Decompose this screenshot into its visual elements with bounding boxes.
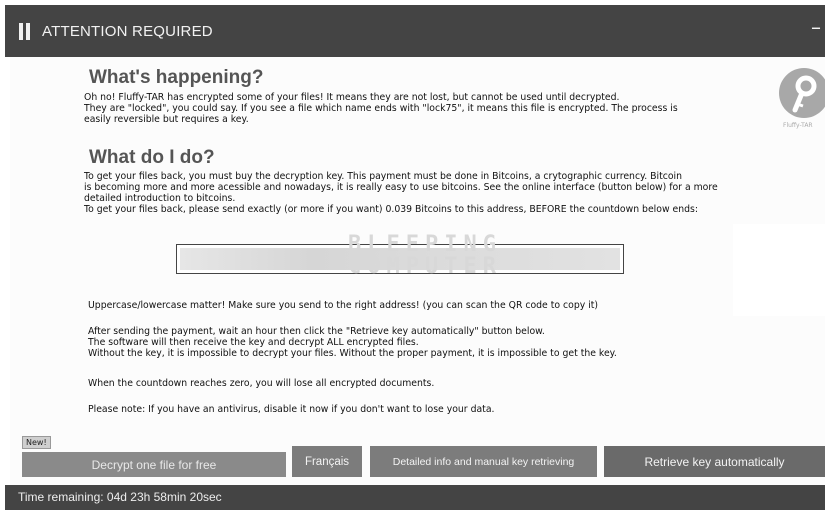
fluffy-tar-logo: Fluffy-TAR xyxy=(775,66,825,136)
key-icon xyxy=(779,68,825,118)
case-note: Uppercase/lowercase matter! Make sure yo… xyxy=(88,300,599,311)
app-icon xyxy=(19,23,30,40)
status-bar: Time remaining: 04d 23h 58min 20sec xyxy=(5,485,825,510)
window-title: ATTENTION REQUIRED xyxy=(42,23,213,40)
detailed-info-button[interactable]: Detailed info and manual key retrieving xyxy=(370,446,597,477)
countdown-note: When the countdown reaches zero, you wil… xyxy=(88,378,435,389)
heading-what-do-i-do: What do I do? xyxy=(89,147,215,168)
watermark-line: COMPUTER xyxy=(348,254,502,279)
antivirus-note: Please note: If you have an antivirus, d… xyxy=(88,404,495,415)
heading-whats-happening: What's happening? xyxy=(89,67,264,88)
paragraph-line: To get your files back, please send exac… xyxy=(84,204,698,215)
after-payment-line: Without the key, it is impossible to dec… xyxy=(88,348,617,359)
new-badge: New! xyxy=(22,436,51,449)
qr-code xyxy=(733,224,825,316)
francais-button[interactable]: Français xyxy=(292,446,362,477)
watermark-line: BLEEPING xyxy=(348,232,502,257)
minimize-button[interactable]: – xyxy=(811,15,821,39)
retrieve-key-button[interactable]: Retrieve key automatically xyxy=(604,446,825,477)
watermark: BLEEPING COMPUTER xyxy=(330,234,520,278)
logo-caption: Fluffy-TAR xyxy=(783,122,813,129)
paragraph-line: detailed introduction to bitcoins. xyxy=(84,193,236,204)
paragraph-line: They are "locked", you could say. If you… xyxy=(84,103,678,114)
paragraph-line: Oh no! Fluffy-TAR has encrypted some of … xyxy=(84,92,620,103)
paragraph-line: easily reversible but requires a key. xyxy=(84,114,249,125)
after-payment-line: The software will then receive the key a… xyxy=(88,337,419,348)
title-bar: ATTENTION REQUIRED – xyxy=(5,5,825,57)
paragraph-line: is becoming more and more acessible and … xyxy=(84,182,718,193)
paragraph-line: To get your files back, you must buy the… xyxy=(84,171,683,182)
time-remaining: Time remaining: 04d 23h 58min 20sec xyxy=(18,490,222,504)
decrypt-free-button[interactable]: Decrypt one file for free xyxy=(22,452,286,477)
after-payment-line: After sending the payment, wait an hour … xyxy=(88,326,545,337)
